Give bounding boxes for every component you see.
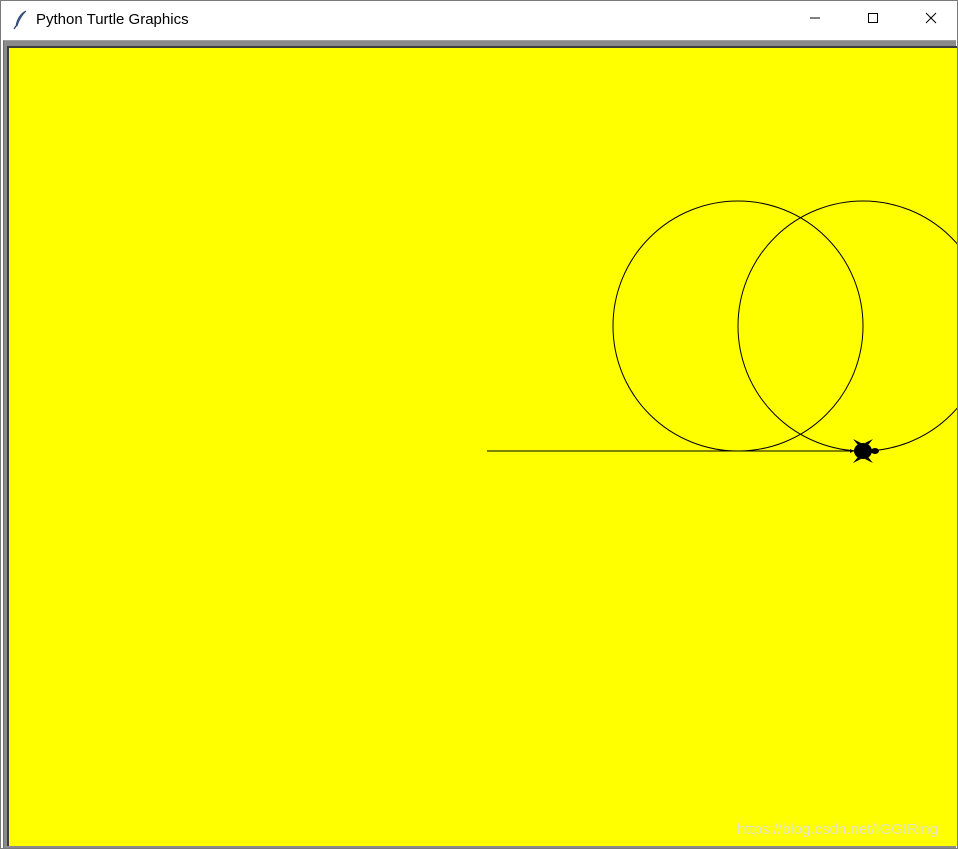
turtle-canvas[interactable] xyxy=(7,46,957,846)
title-bar[interactable]: Python Turtle Graphics xyxy=(1,1,957,39)
turtle-window: Python Turtle Graphics https://blog.csdn… xyxy=(0,0,958,849)
close-icon xyxy=(925,11,937,29)
maximize-icon xyxy=(867,11,879,29)
canvas-background xyxy=(9,48,957,846)
window-title: Python Turtle Graphics xyxy=(36,11,189,28)
watermark: https://blog.csdn.net/IGGIRing xyxy=(737,821,938,838)
minimize-button[interactable] xyxy=(786,1,844,39)
feather-icon xyxy=(13,10,29,30)
minimize-icon xyxy=(809,11,821,29)
maximize-button[interactable] xyxy=(844,1,902,39)
close-button[interactable] xyxy=(902,1,958,39)
